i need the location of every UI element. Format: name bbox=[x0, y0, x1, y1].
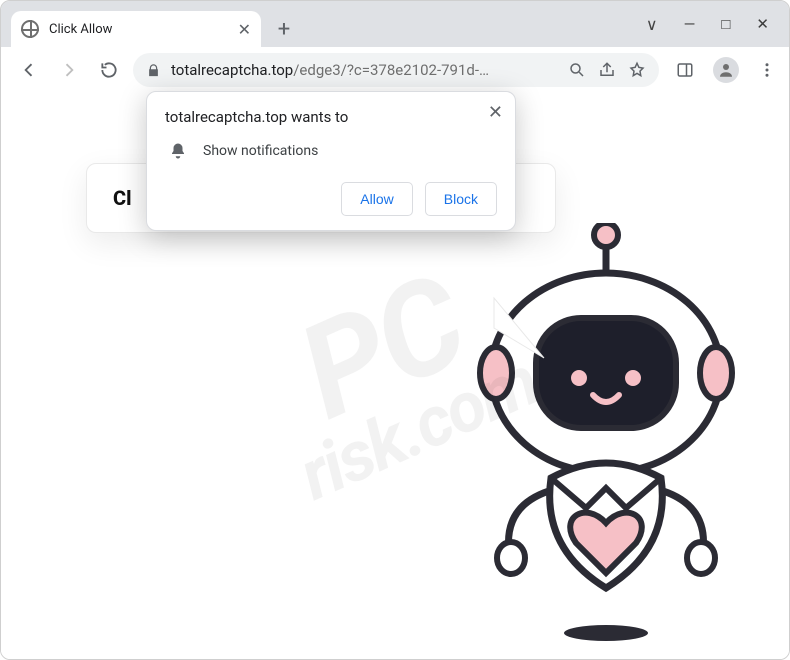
zoom-icon[interactable] bbox=[567, 60, 587, 80]
address-bar[interactable]: totalrecaptcha.top/edge3/?c=378e2102-791… bbox=[133, 53, 659, 87]
notification-permission-dialog: ✕ totalrecaptcha.top wants to Show notif… bbox=[146, 91, 516, 231]
minimize-button[interactable]: — bbox=[684, 15, 696, 33]
bell-icon bbox=[169, 142, 187, 160]
side-panel-icon[interactable] bbox=[675, 60, 695, 80]
speech-tail bbox=[489, 293, 549, 363]
maximize-button[interactable]: □ bbox=[721, 15, 730, 33]
toolbar: totalrecaptcha.top/edge3/?c=378e2102-791… bbox=[1, 47, 789, 93]
tab-title: Click Allow bbox=[49, 22, 228, 37]
dialog-item: Show notifications bbox=[165, 142, 497, 160]
globe-icon bbox=[21, 20, 39, 38]
block-button[interactable]: Block bbox=[425, 182, 497, 216]
allow-button[interactable]: Allow bbox=[341, 182, 412, 216]
dialog-title: totalrecaptcha.top wants to bbox=[165, 108, 497, 126]
titlebar: Click Allow ✕ + ∨ — □ ✕ bbox=[1, 1, 789, 47]
forward-button[interactable] bbox=[53, 54, 85, 86]
reload-button[interactable] bbox=[93, 54, 125, 86]
profile-avatar[interactable] bbox=[713, 57, 739, 83]
bookmark-star-icon[interactable] bbox=[627, 60, 647, 80]
url-text: totalrecaptcha.top/edge3/?c=378e2102-791… bbox=[171, 61, 557, 79]
robot-illustration bbox=[451, 223, 761, 653]
back-button[interactable] bbox=[13, 54, 45, 86]
lock-icon bbox=[145, 62, 161, 78]
tab-close-button[interactable]: ✕ bbox=[238, 20, 251, 39]
kebab-menu-icon[interactable] bbox=[757, 60, 777, 80]
chevron-down-icon[interactable]: ∨ bbox=[646, 15, 658, 34]
window-controls: ∨ — □ ✕ bbox=[646, 15, 789, 34]
dialog-close-button[interactable]: ✕ bbox=[488, 102, 503, 123]
dialog-item-label: Show notifications bbox=[203, 143, 318, 159]
close-window-button[interactable]: ✕ bbox=[756, 15, 769, 33]
share-icon[interactable] bbox=[597, 60, 617, 80]
toolbar-right bbox=[667, 57, 777, 83]
browser-window: Click Allow ✕ + ∨ — □ ✕ totalrecaptcha.t… bbox=[0, 0, 790, 660]
browser-tab[interactable]: Click Allow ✕ bbox=[11, 11, 261, 47]
new-tab-button[interactable]: + bbox=[269, 14, 299, 44]
